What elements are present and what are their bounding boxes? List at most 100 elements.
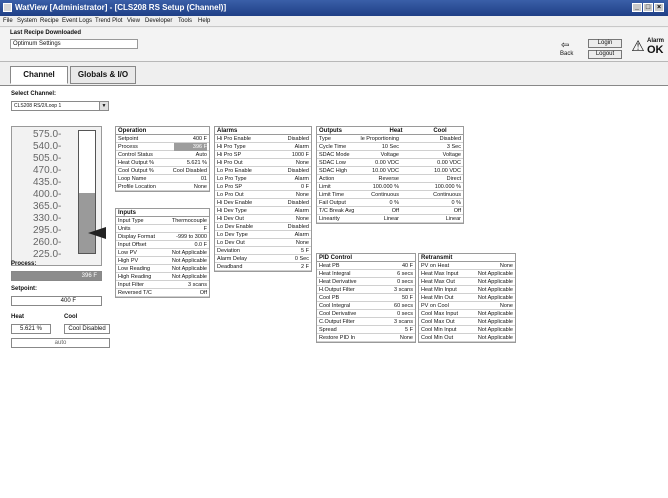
row-value: Disabled [287, 168, 309, 174]
menu-developer[interactable]: Developer [145, 17, 172, 26]
chevron-down-icon[interactable]: ▼ [99, 102, 108, 110]
tab-row: Channel Globals & I/O [0, 63, 668, 85]
outputs-title: Outputs [319, 128, 342, 134]
alarm-warning-icon[interactable]: ⚠ [630, 39, 646, 54]
alarm-row[interactable]: Lo Dev Type Alarm [215, 231, 311, 239]
gauge-tick: 470.0- [33, 165, 62, 176]
retransmit-row[interactable]: Heat Min Out Not Applicable [419, 294, 515, 302]
menu-file[interactable]: File [3, 17, 13, 26]
tab-channel[interactable]: Channel [10, 66, 68, 84]
output-row[interactable]: T/C Break Avg Off Off [317, 207, 463, 215]
logout-button[interactable]: Logout [588, 50, 622, 59]
pid-row[interactable]: Cool PB 50 F [317, 294, 415, 302]
output-row[interactable]: Type le Proportioning Disabled [317, 135, 463, 143]
output-row[interactable]: SDAC High 10.00 VDC 10.00 VDC [317, 167, 463, 175]
setpoint-row[interactable]: Setpoint 400 F [116, 135, 209, 143]
alarm-row[interactable]: Deadband 2 F [215, 263, 311, 271]
row-value: 400 F [192, 136, 207, 142]
pid-row[interactable]: H.Output Filter 3 scans [317, 286, 415, 294]
close-icon[interactable]: × [654, 3, 664, 12]
maximize-icon[interactable]: □ [643, 3, 653, 12]
row-label: Deadband [217, 264, 243, 270]
retransmit-row[interactable]: Cool Min Out Not Applicable [419, 334, 515, 342]
alarm-row[interactable]: Lo Pro Out None [215, 191, 311, 199]
menu-system[interactable]: System [17, 17, 37, 26]
output-row[interactable]: SDAC Low 0.00 VDC 0.00 VDC [317, 159, 463, 167]
alarm-row[interactable]: Hi Pro Enable Disabled [215, 135, 311, 143]
high-reading-row[interactable]: High Reading Not Applicable [116, 273, 209, 281]
alarm-row[interactable]: Lo Pro Type Alarm [215, 175, 311, 183]
retransmit-row[interactable]: PV on Heat None [419, 262, 515, 270]
row-label: C.Output Filter [319, 319, 355, 325]
channel-dropdown[interactable]: CLS208 RS/2/Loop 1 ▼ [11, 101, 109, 111]
menu-tools[interactable]: Tools [178, 17, 192, 26]
input-offset-row[interactable]: Input Offset 0.0 F [116, 241, 209, 249]
setpoint-field[interactable]: 400 F [11, 296, 102, 306]
cool-value: 100.000 % [434, 184, 461, 190]
reversed-tc-row[interactable]: Reversed T/C Off [116, 289, 209, 297]
tab-globals-io[interactable]: Globals & I/O [70, 66, 136, 84]
low-pv-row[interactable]: Low PV Not Applicable [116, 249, 209, 257]
alarm-row[interactable]: Lo Pro SP 0 F [215, 183, 311, 191]
retransmit-row[interactable]: Cool Min Input Not Applicable [419, 326, 515, 334]
pid-row[interactable]: Cool Integral 60 secs [317, 302, 415, 310]
alarm-row[interactable]: Lo Dev Enable Disabled [215, 223, 311, 231]
pid-row[interactable]: Heat Derivative 0 secs [317, 278, 415, 286]
retransmit-row[interactable]: Heat Max Out Not Applicable [419, 278, 515, 286]
loop-name-row[interactable]: Loop Name 01 [116, 175, 209, 183]
alarm-row[interactable]: Lo Pro Enable Disabled [215, 167, 311, 175]
row-label: Cool Max Input [421, 311, 458, 317]
retransmit-row[interactable]: Cool Max Input Not Applicable [419, 310, 515, 318]
row-label: Deviation [217, 248, 240, 254]
input-filter-row[interactable]: Input Filter 3 scans [116, 281, 209, 289]
row-label: Input Filter [118, 282, 144, 288]
output-row[interactable]: Linearity Linear Linear [317, 215, 463, 223]
input-type-row[interactable]: Input Type Thermocouple [116, 217, 209, 225]
back-label: Back [560, 51, 574, 57]
menu-event-logs[interactable]: Event Logs [62, 17, 92, 26]
units-row[interactable]: Units F [116, 225, 209, 233]
output-row[interactable]: SDAC Mode Voltage Voltage [317, 151, 463, 159]
control-status-row[interactable]: Control Status Auto [116, 151, 209, 159]
minimize-icon[interactable]: _ [632, 3, 642, 12]
menu-recipe[interactable]: Recipe [40, 17, 59, 26]
pid-row[interactable]: Heat PB 40 F [317, 262, 415, 270]
menu-help[interactable]: Help [198, 17, 210, 26]
output-row[interactable]: Action Reverse Direct [317, 175, 463, 183]
high-pv-row[interactable]: High PV Not Applicable [116, 257, 209, 265]
row-label: Setpoint [118, 136, 139, 142]
row-value: Alarm [294, 232, 309, 238]
output-row[interactable]: Limit 100.000 % 100.000 % [317, 183, 463, 191]
row-value: Alarm [294, 208, 309, 214]
output-row[interactable]: Limit Time Continuous Continuous [317, 191, 463, 199]
alarm-row[interactable]: Hi Dev Type Alarm [215, 207, 311, 215]
output-row[interactable]: Cycle Time 10 Sec 3 Sec [317, 143, 463, 151]
alarm-row[interactable]: Alarm Delay 0 Sec [215, 255, 311, 263]
display-format-row[interactable]: Display Format -999 to 3000 [116, 233, 209, 241]
pid-row[interactable]: Spread 5 F [317, 326, 415, 334]
pid-row[interactable]: C.Output Filter 3 scans [317, 318, 415, 326]
back-button[interactable]: ⇦ Back [556, 39, 578, 59]
row-label: Heat Min Out [421, 295, 454, 301]
alarm-row[interactable]: Hi Pro Out None [215, 159, 311, 167]
retransmit-row[interactable]: Heat Min Input Not Applicable [419, 286, 515, 294]
pid-row[interactable]: Cool Derivative 0 secs [317, 310, 415, 318]
alarm-row[interactable]: Hi Pro Type Alarm [215, 143, 311, 151]
alarm-row[interactable]: Deviation 5 F [215, 247, 311, 255]
pid-row[interactable]: Restore PID In None [317, 334, 415, 342]
row-label: Process [118, 144, 138, 150]
alarm-row[interactable]: Hi Dev Enable Disabled [215, 199, 311, 207]
low-reading-row[interactable]: Low Reading Not Applicable [116, 265, 209, 273]
output-row[interactable]: Fail Output 0 % 0 % [317, 199, 463, 207]
control-mode[interactable]: auto [11, 338, 110, 348]
retransmit-row[interactable]: Heat Max Input Not Applicable [419, 270, 515, 278]
retransmit-row[interactable]: Cool Max Out Not Applicable [419, 318, 515, 326]
menu-view[interactable]: View [127, 17, 140, 26]
login-button[interactable]: Login [588, 39, 622, 48]
pid-row[interactable]: Heat Integral 6 secs [317, 270, 415, 278]
alarm-row[interactable]: Lo Dev Out None [215, 239, 311, 247]
retransmit-row[interactable]: PV on Cool None [419, 302, 515, 310]
alarm-row[interactable]: Hi Dev Out None [215, 215, 311, 223]
menu-trend-plot[interactable]: Trend Plot [95, 17, 122, 26]
alarm-row[interactable]: Hi Pro SP 1000 F [215, 151, 311, 159]
